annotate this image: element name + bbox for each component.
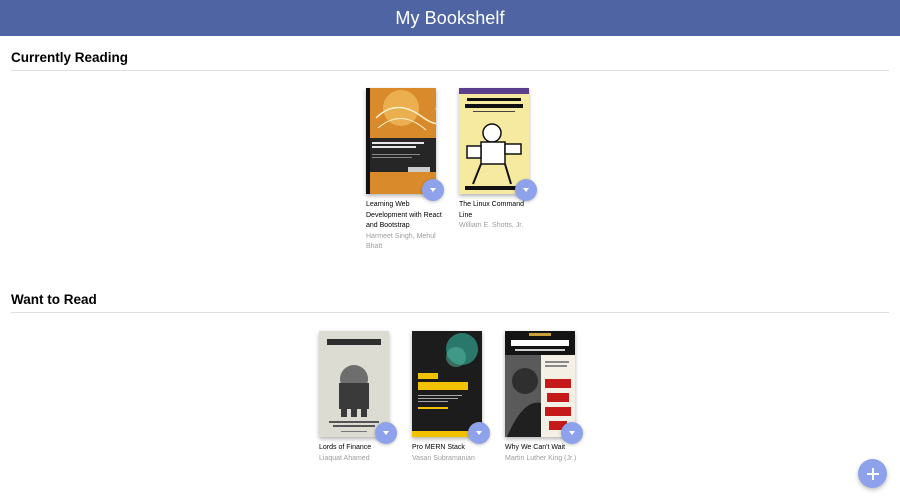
book-title: Pro MERN Stack [412,444,465,451]
shelf-title: Currently Reading [11,50,889,71]
app-root: My Bookshelf Currently Reading Learning … [0,0,900,497]
app-header: My Bookshelf [0,0,900,36]
shelf-title: Want to Read [11,292,889,313]
book-title: Learning Web Development with React and … [366,201,442,229]
shelf-want-to-read: Want to Read Lords of Finance Liaquat Ah… [11,292,889,472]
shelf-changer-button[interactable] [515,179,537,201]
book-item: The Linux Command Line William E. Shotts… [459,88,539,232]
book-item: Lords of Finance Liaquat Ahamed [319,331,399,464]
book-item: Pro MERN Stack Vasan Subramanian [412,331,492,464]
cover-art-react [366,88,436,194]
triangle-down-icon [476,431,482,435]
add-book-button[interactable] [858,459,887,488]
book-title: Why We Can't Wait [505,444,566,451]
book-authors: Martin Luther King (Jr.) [505,454,577,462]
plus-icon [866,467,879,480]
cover-art-mlk [505,331,575,437]
book-cover[interactable] [412,331,482,437]
app-title: My Bookshelf [395,7,505,28]
cover-art-linux [459,88,529,194]
book-authors: William E. Shotts, Jr. [459,222,524,229]
shelf-changer-button[interactable] [422,179,444,201]
triangle-down-icon [430,188,436,192]
book-authors: Liaquat Ahamed [319,454,370,462]
book-authors: Vasan Subramanian [412,454,475,462]
book-cover[interactable] [366,88,436,194]
triangle-down-icon [523,188,529,192]
shelf-changer-button[interactable] [561,422,583,444]
shelf-changer-button[interactable] [468,422,490,444]
book-cover[interactable] [459,88,529,194]
shelf-changer-button[interactable] [375,422,397,444]
book-cover[interactable] [319,331,389,437]
book-title: Lords of Finance [319,444,372,451]
book-title: The Linux Command Line [459,201,524,219]
book-authors: Harmeet Singh, Mehul Bhatt [366,232,436,251]
triangle-down-icon [569,431,575,435]
book-item: Why We Can't Wait Martin Luther King (Jr… [505,331,585,464]
triangle-down-icon [383,431,389,435]
shelf-currently-reading: Currently Reading Learning Web Developme… [11,50,889,270]
book-cover[interactable] [505,331,575,437]
cover-art-mern [412,331,482,437]
cover-art-lords [319,331,389,437]
book-item: Learning Web Development with React and … [366,88,446,253]
